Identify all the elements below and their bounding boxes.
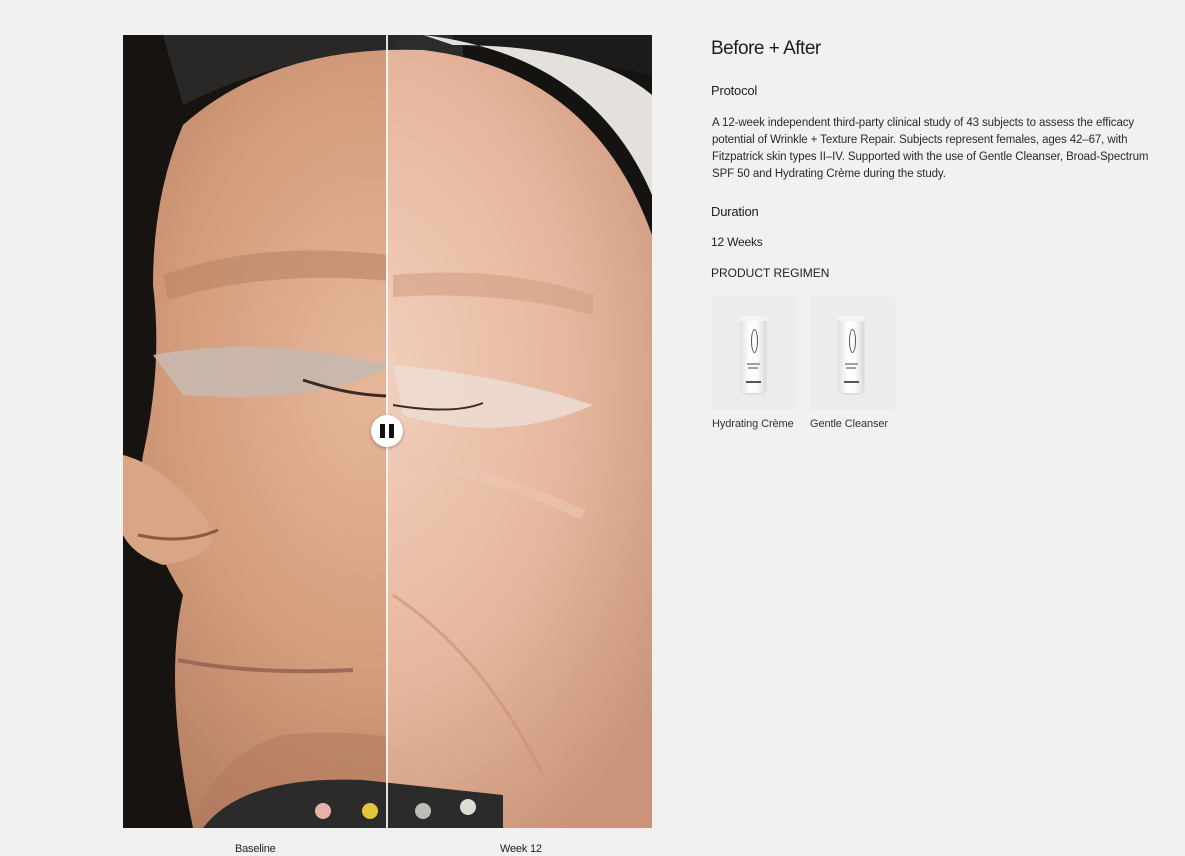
product-name[interactable]: Hydrating Crème xyxy=(712,418,797,430)
product-thumbnail[interactable] xyxy=(810,297,895,410)
product-thumbnail[interactable] xyxy=(712,297,797,410)
baseline-label: Baseline xyxy=(235,843,276,855)
duration-value: 12 Weeks xyxy=(711,235,763,249)
product-list: Hydrating Crème Gentle Cleanser xyxy=(712,297,895,430)
study-info-panel: Before + After Protocol A 12-week indepe… xyxy=(711,36,1161,430)
duration-heading: Duration xyxy=(711,204,759,219)
week-12-photo xyxy=(387,35,652,828)
before-after-slider[interactable] xyxy=(123,35,652,828)
protocol-heading: Protocol xyxy=(711,83,758,98)
protocol-description: A 12-week independent third-party clinic… xyxy=(712,117,1149,180)
face-image xyxy=(123,35,387,828)
slider-handle[interactable] xyxy=(371,415,403,447)
product-card-hydrating-creme[interactable]: Hydrating Crème xyxy=(712,297,797,430)
product-name[interactable]: Gentle Cleanser xyxy=(810,418,895,430)
product-regimen-heading: PRODUCT REGIMEN xyxy=(711,266,830,280)
pause-icon xyxy=(380,424,385,438)
product-tube-icon xyxy=(838,316,865,393)
pause-icon xyxy=(389,424,394,438)
product-tube-icon xyxy=(740,316,767,393)
face-image xyxy=(387,35,652,828)
page-title: Before + After xyxy=(711,38,821,59)
product-card-gentle-cleanser[interactable]: Gentle Cleanser xyxy=(810,297,895,430)
week-12-label: Week 12 xyxy=(500,843,542,855)
baseline-photo xyxy=(123,35,387,828)
